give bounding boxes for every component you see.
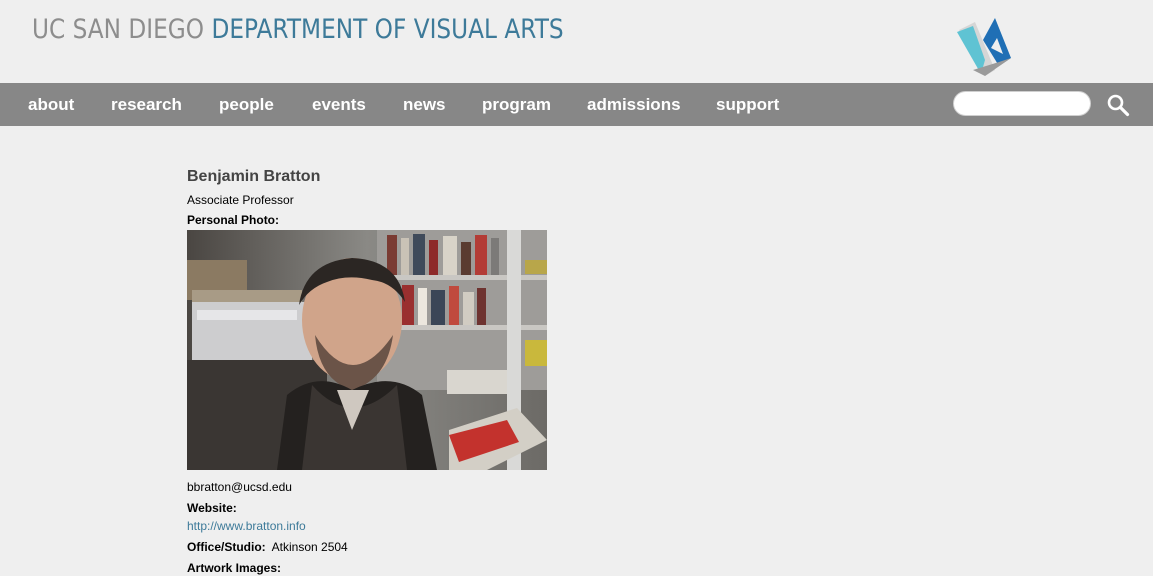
personal-photo [187,230,547,470]
website-label: Website: [187,501,237,515]
site-title-ucsd[interactable]: UC SAN DIEGO [32,14,204,45]
nav-item-events[interactable]: events [312,83,366,126]
nav-item-program[interactable]: program [482,83,551,126]
nav-item-research[interactable]: research [111,83,182,126]
personal-photo-label: Personal Photo: [187,213,280,227]
va-logo-icon[interactable] [955,18,1013,78]
nav-item-people[interactable]: people [219,83,274,126]
search-icon[interactable] [1106,93,1130,117]
site-header: UC SAN DIEGO DEPARTMENT OF VISUAL ARTS [0,0,1153,83]
office-studio-label: Office/Studio: [187,540,266,554]
website-link[interactable]: http://www.bratton.info [187,519,306,533]
site-title-department[interactable]: DEPARTMENT OF VISUAL ARTS [211,14,563,45]
office-studio: Office/Studio: Atkinson 2504 [187,540,348,554]
profile-name: Benjamin Bratton [187,168,321,185]
nav-item-support[interactable]: support [716,83,779,126]
profile-title: Associate Professor [187,193,294,207]
nav-item-about[interactable]: about [28,83,74,126]
artwork-images-label: Artwork Images: [187,561,282,575]
profile-email: bbratton@ucsd.edu [187,480,292,494]
office-studio-value: Atkinson 2504 [271,540,348,554]
site-title[interactable]: UC SAN DIEGO DEPARTMENT OF VISUAL ARTS [32,14,564,45]
search-input[interactable] [953,91,1091,116]
nav-item-news[interactable]: news [403,83,446,126]
nav-item-admissions[interactable]: admissions [587,83,681,126]
